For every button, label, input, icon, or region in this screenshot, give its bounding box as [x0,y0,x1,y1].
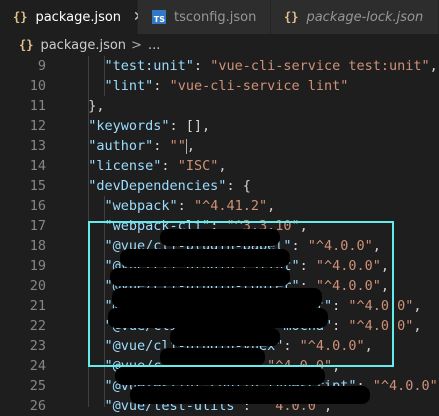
json-file-icon: {} [19,38,34,52]
line-number: 20 [29,278,46,294]
tab-bar: {} package.json ✕ TS tsconfig.json {} pa… [0,0,439,34]
code-line[interactable]: "webpack": "^4.41.2", [72,196,276,216]
chevron-right-icon: > [131,37,142,53]
code-line[interactable]: "author": "", [72,136,195,156]
line-number: 10 [29,78,46,94]
code-line[interactable]: "license": "ISC", [72,156,226,176]
line-number: 19 [29,258,46,274]
code-line[interactable]: "test:unit": "vue-cli-service test:unit"… [72,56,438,76]
highlight-box [88,221,394,367]
line-number: 17 [29,218,46,234]
line-number: 14 [29,158,46,174]
line-number: 16 [29,198,46,214]
line-number: 9 [37,58,46,74]
line-number: 23 [29,338,46,354]
redaction-mark [115,367,325,385]
code-line[interactable]: "keywords": [], [72,116,210,136]
tab-package-json[interactable]: {} package.json ✕ [0,0,145,34]
line-number: 24 [29,358,46,374]
line-number: 13 [29,138,46,154]
breadcrumb: {} package.json > ... [0,34,439,56]
line-number: 25 [29,378,46,394]
line-number: 12 [29,118,46,134]
line-number: 11 [29,98,46,114]
line-number: 22 [29,318,46,334]
typescript-file-icon: TS [152,10,166,24]
breadcrumb-file[interactable]: package.json [40,38,126,53]
tab-label: tsconfig.json [174,9,257,25]
tab-label: package-lock.json [306,9,424,25]
line-number: 15 [29,178,46,194]
code-line[interactable]: "lint": "vue-cli-service lint" [72,76,349,96]
tab-tsconfig-json[interactable]: TS tsconfig.json [138,0,271,34]
line-number: 26 [29,398,46,414]
json-file-icon: {} [13,10,28,24]
json-file-icon: {} [284,10,299,24]
redaction-mark [130,386,370,404]
tab-package-lock-json[interactable]: {} package-lock.json [271,0,439,34]
tab-label: package.json [35,9,122,25]
line-number: 21 [29,298,46,314]
breadcrumb-symbol[interactable]: ... [148,38,160,53]
line-number: 18 [29,238,46,254]
code-line[interactable]: }, [72,96,104,116]
code-line[interactable]: "devDependencies": { [72,176,251,196]
